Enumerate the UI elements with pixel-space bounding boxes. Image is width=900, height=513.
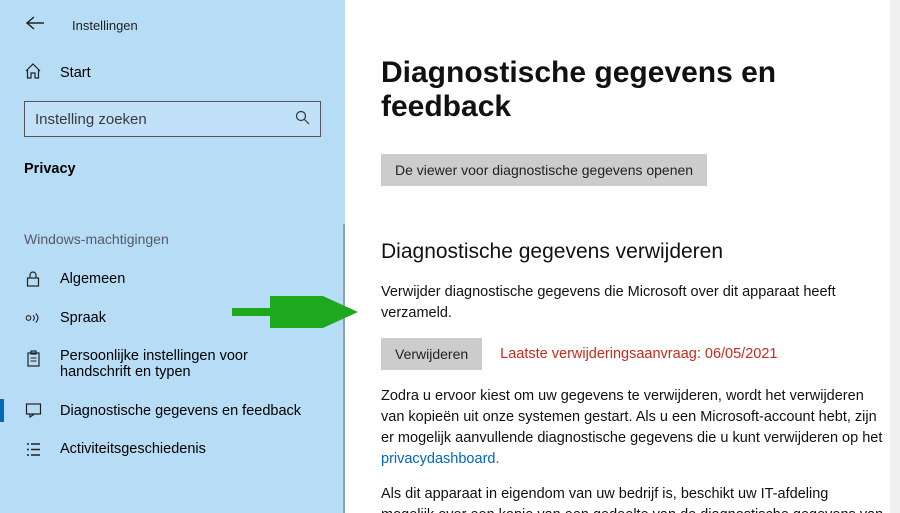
search-field[interactable]: [35, 111, 295, 128]
privacy-dashboard-link[interactable]: privacydashboard.: [381, 451, 500, 467]
home-link[interactable]: Start: [0, 53, 345, 97]
sidebar: Instellingen Start Privacy Windows-macht…: [0, 0, 345, 513]
page-title: Diagnostische gegevens en feedback: [381, 56, 884, 124]
sidebar-item-label: Algemeen: [60, 271, 125, 287]
home-label: Start: [60, 65, 91, 81]
speech-icon: [24, 310, 42, 326]
scrollbar[interactable]: [890, 0, 900, 513]
clipboard-icon: [24, 350, 42, 368]
last-request-text: Laatste verwijderingsaanvraag: 06/05/202…: [500, 346, 777, 362]
sidebar-item-activity[interactable]: Activiteitsgeschiedenis: [0, 430, 345, 468]
search-input[interactable]: [24, 101, 321, 137]
app-title: Instellingen: [72, 18, 138, 33]
back-button[interactable]: [26, 16, 44, 35]
content-pane: Diagnostische gegevens en feedback De vi…: [345, 0, 900, 513]
sidebar-item-general[interactable]: Algemeen: [0, 259, 345, 299]
sidebar-item-label: Activiteitsgeschiedenis: [60, 441, 206, 457]
section-subheader: Windows-machtigingen: [0, 195, 345, 259]
lock-icon: [24, 270, 42, 288]
section-title: Diagnostische gegevens verwijderen: [381, 240, 884, 264]
home-icon: [24, 63, 42, 83]
category-label: Privacy: [0, 151, 345, 195]
sidebar-item-label: Spraak: [60, 310, 106, 326]
body-paragraph-1: Zodra u ervoor kiest om uw gegevens te v…: [381, 386, 884, 470]
search-icon: [295, 110, 310, 128]
open-viewer-button[interactable]: De viewer voor diagnostische gegevens op…: [381, 154, 707, 186]
sidebar-item-label: Diagnostische gegevens en feedback: [60, 403, 301, 419]
sidebar-item-speech[interactable]: Spraak: [0, 299, 345, 337]
sidebar-item-label: Persoonlijke instellingen voor handschri…: [60, 348, 320, 380]
sidebar-item-diagnostics[interactable]: Diagnostische gegevens en feedback: [0, 391, 345, 430]
delete-button[interactable]: Verwijderen: [381, 338, 482, 370]
sidebar-item-inking[interactable]: Persoonlijke instellingen voor handschri…: [0, 337, 345, 391]
feedback-icon: [24, 402, 42, 419]
body-paragraph-2: Als dit apparaat in eigendom van uw bedr…: [381, 484, 884, 513]
intro-text: Verwijder diagnostische gegevens die Mic…: [381, 282, 884, 324]
timeline-icon: [24, 442, 42, 457]
